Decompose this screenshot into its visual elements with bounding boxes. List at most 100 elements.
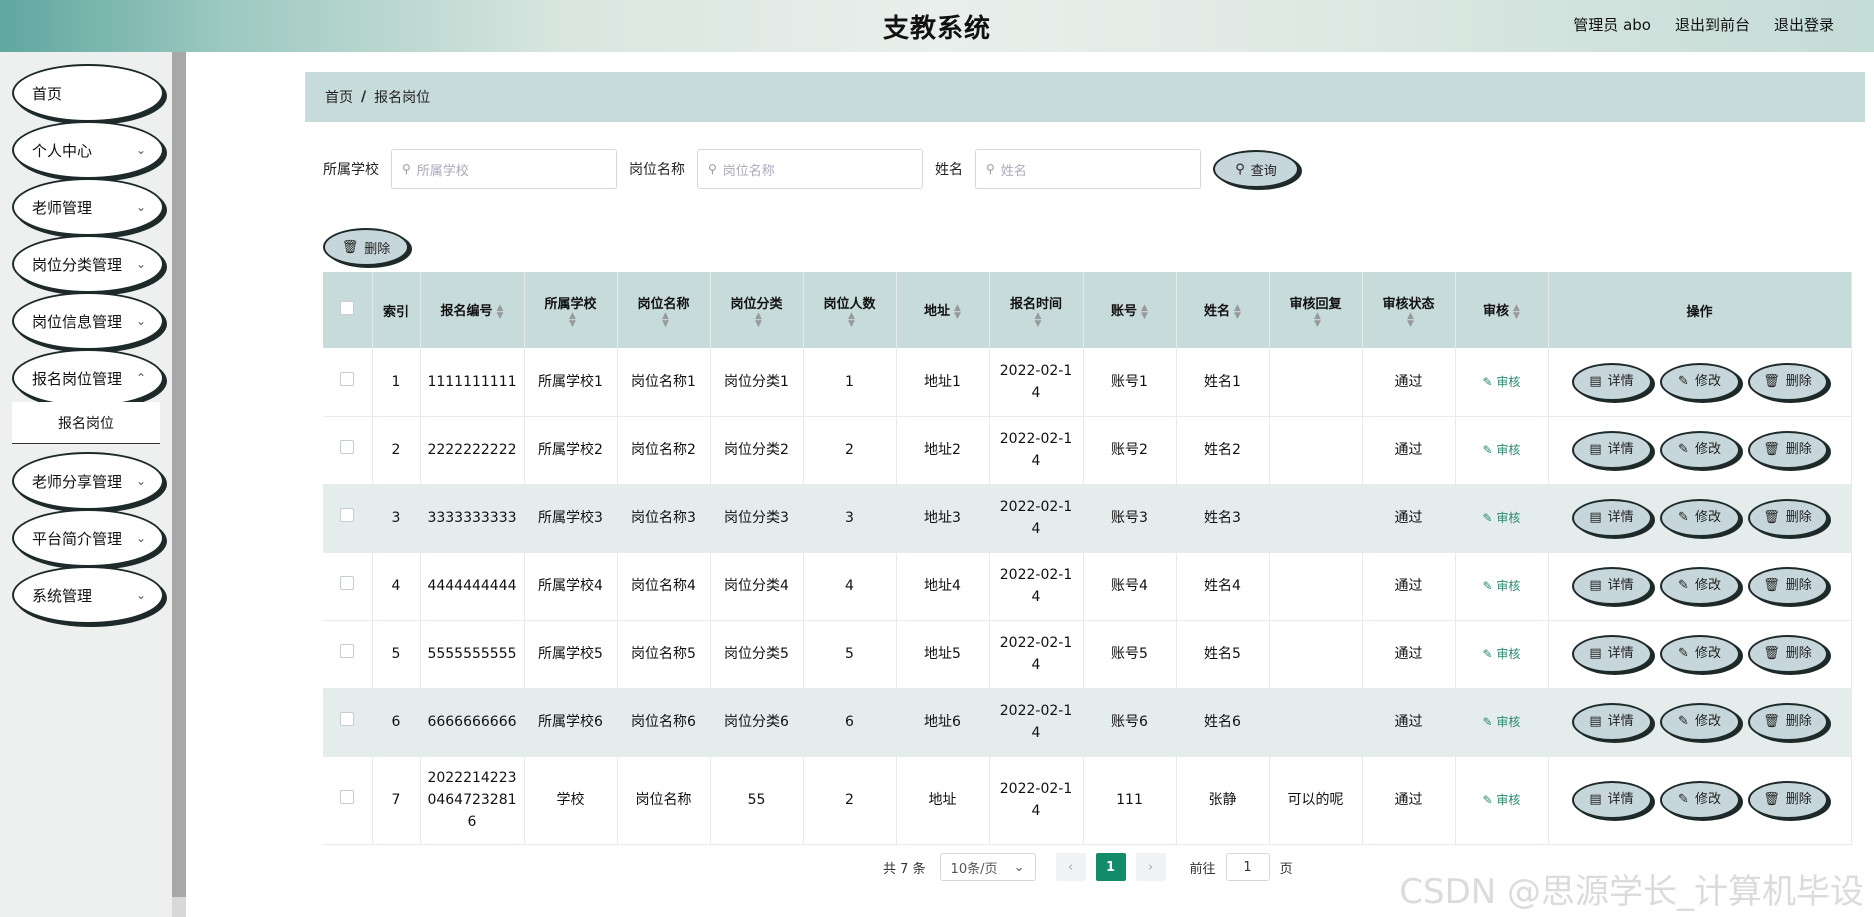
row-delete-button[interactable]: 🗑 删除 [1747,499,1828,537]
logout-link[interactable]: 退出登录 [1774,14,1834,35]
sidebar-scroll-thumb[interactable] [172,52,186,897]
sidebar-scrollbar[interactable] [172,52,186,917]
row-checkbox[interactable] [340,508,355,522]
sort-icon[interactable]: ▲ ▼ [497,303,504,320]
col-application-no[interactable]: 报名编号 ▲ ▼ [420,272,525,348]
col-post-count[interactable]: 岗位人数 ▲ ▼ [803,272,897,348]
col-audit[interactable]: 审核 ▲ ▼ [1455,272,1549,348]
edit-button[interactable]: ✎ 修改 [1659,703,1740,741]
edit-button[interactable]: ✎ 修改 [1659,499,1740,537]
school-placeholder: 所属学校 [416,163,469,179]
batch-delete-button[interactable]: 🗑 删除 [323,228,409,266]
goto-page-input[interactable]: 1 [1225,853,1270,881]
detail-label: 详情 [1607,373,1634,389]
sort-icon[interactable]: ▲ ▼ [1234,303,1241,320]
page-number-current[interactable]: 1 [1095,853,1126,881]
cell-status: 通过 [1362,688,1456,757]
audit-link[interactable]: ✎ 审核 [1483,647,1521,661]
detail-button[interactable]: ▤ 详情 [1571,781,1652,819]
sort-icon[interactable]: ▲ ▼ [1035,311,1042,328]
row-checkbox[interactable] [340,790,355,804]
detail-label: 详情 [1607,792,1634,807]
sidebar-item-application[interactable]: 报名岗位管理 ⌃ [12,349,164,407]
next-page-button[interactable]: › [1135,853,1166,881]
front-link[interactable]: 退出到前台 [1675,14,1750,35]
edit-pen-icon: ✎ [1678,442,1689,457]
sidebar-item-teacher-share[interactable]: 老师分享管理 ⌄ [12,452,164,510]
col-account[interactable]: 账号 ▲ ▼ [1083,272,1177,348]
sort-icon[interactable]: ▲ ▼ [569,311,576,328]
col-post-category[interactable]: 岗位分类 ▲ ▼ [710,272,804,348]
sidebar-item-platform-intro[interactable]: 平台简介管理 ⌄ [12,509,164,567]
detail-button[interactable]: ▤ 详情 [1571,431,1652,469]
sort-icon[interactable]: ▲ ▼ [755,311,762,328]
sidebar-item-label: 个人中心 [32,141,93,160]
col-post-name[interactable]: 岗位名称 ▲ ▼ [617,272,711,348]
col-status[interactable]: 审核状态 ▲ ▼ [1362,272,1456,348]
row-checkbox[interactable] [340,440,355,454]
document-icon: ▤ [1589,792,1602,807]
sort-icon[interactable]: ▲ ▼ [1513,303,1520,320]
row-delete-button[interactable]: 🗑 删除 [1747,431,1828,469]
row-checkbox[interactable] [340,644,355,658]
col-apply-time[interactable]: 报名时间 ▲ ▼ [989,272,1084,348]
col-name[interactable]: 姓名 ▲ ▼ [1176,272,1270,348]
sort-icon[interactable]: ▲ ▼ [848,311,855,328]
row-delete-button[interactable]: 🗑 删除 [1747,781,1828,819]
cell-post-category: 岗位分类2 [710,416,804,485]
post-search-input[interactable]: ⚲ 岗位名称 [697,149,923,189]
audit-link[interactable]: ✎ 审核 [1483,579,1521,593]
page-size-select[interactable]: 10条/页 ⌄ [939,853,1036,881]
edit-button[interactable]: ✎ 修改 [1659,362,1740,401]
sidebar-item-system[interactable]: 系统管理 ⌄ [12,566,164,624]
sort-icon[interactable]: ▲ ▼ [662,311,669,328]
audit-link[interactable]: ✎ 审核 [1483,715,1521,729]
sort-icon[interactable]: ▲ ▼ [1314,311,1321,328]
row-checkbox[interactable] [340,371,355,386]
row-delete-button[interactable]: 🗑 删除 [1747,567,1828,605]
detail-button[interactable]: ▤ 详情 [1571,635,1652,673]
cell-application-no: 2222222222 [420,416,525,485]
cell-name: 姓名1 [1176,348,1270,417]
audit-link[interactable]: ✎ 审核 [1483,793,1521,807]
sidebar-item-post-info[interactable]: 岗位信息管理 ⌄ [12,292,164,350]
row-checkbox[interactable] [340,712,355,726]
document-icon: ▤ [1589,373,1602,389]
row-checkbox[interactable] [340,576,355,590]
edit-button[interactable]: ✎ 修改 [1659,635,1740,673]
audit-link[interactable]: ✎ 审核 [1483,375,1521,389]
prev-page-button[interactable]: ‹ [1055,853,1086,881]
detail-button[interactable]: ▤ 详情 [1571,362,1652,401]
edit-button[interactable]: ✎ 修改 [1659,781,1740,819]
sidebar-subitem-application[interactable]: 报名岗位 [12,402,160,444]
sidebar-item-home[interactable]: 首页 [12,64,164,122]
query-button[interactable]: ⚲ 查询 [1213,150,1299,188]
sidebar-item-profile[interactable]: 个人中心 ⌄ [12,121,164,179]
sort-icon[interactable]: ▲ ▼ [954,303,961,320]
col-reply[interactable]: 审核回复 ▲ ▼ [1269,272,1363,348]
sidebar-item-post-category[interactable]: 岗位分类管理 ⌄ [12,235,164,293]
cell-reply [1269,348,1363,417]
audit-link[interactable]: ✎ 审核 [1483,443,1521,457]
row-delete-button[interactable]: 🗑 删除 [1747,362,1828,401]
cell-post-name: 岗位名称1 [617,348,711,417]
row-delete-button[interactable]: 🗑 删除 [1747,703,1828,741]
chevron-right-icon: › [1147,859,1154,875]
select-all-checkbox[interactable] [340,301,355,315]
detail-button[interactable]: ▤ 详情 [1571,499,1652,537]
name-search-input[interactable]: ⚲ 姓名 [975,149,1201,189]
sort-icon[interactable]: ▲ ▼ [1141,303,1148,320]
detail-button[interactable]: ▤ 详情 [1571,703,1652,741]
breadcrumb-home[interactable]: 首页 [325,87,353,107]
sort-icon[interactable]: ▲ ▼ [1407,311,1414,328]
row-delete-button[interactable]: 🗑 删除 [1747,635,1828,673]
cell-school: 所属学校2 [524,416,618,485]
detail-button[interactable]: ▤ 详情 [1571,567,1652,605]
col-school[interactable]: 所属学校 ▲ ▼ [524,272,618,348]
edit-button[interactable]: ✎ 修改 [1659,567,1740,605]
col-address[interactable]: 地址 ▲ ▼ [896,272,990,348]
sidebar-item-teachers[interactable]: 老师管理 ⌄ [12,178,164,236]
school-search-input[interactable]: ⚲ 所属学校 [391,149,617,189]
edit-button[interactable]: ✎ 修改 [1659,431,1740,469]
audit-link[interactable]: ✎ 审核 [1483,511,1521,525]
